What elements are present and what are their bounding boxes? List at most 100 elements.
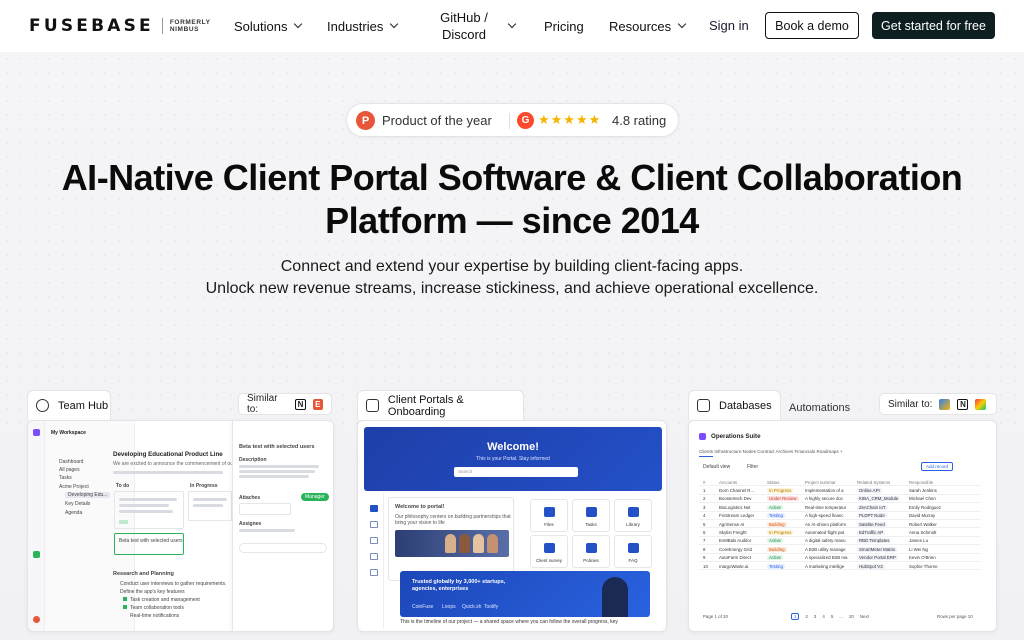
checklist-item[interactable]: Real-time notifications bbox=[130, 613, 179, 619]
nav-resources[interactable]: Resources bbox=[609, 0, 687, 52]
folder-icon[interactable] bbox=[370, 537, 378, 544]
table-cell: Emily Rodriguez bbox=[909, 504, 941, 510]
tree-item[interactable]: Agenda bbox=[65, 510, 82, 516]
view-selector[interactable]: Default view bbox=[703, 464, 730, 470]
person-image bbox=[602, 577, 628, 617]
checkbox-checked[interactable] bbox=[123, 605, 127, 609]
nav-github-discord-label: GitHub / Discord bbox=[433, 9, 495, 43]
tree-item[interactable]: Acme Project bbox=[59, 484, 89, 490]
folder-icon[interactable] bbox=[370, 521, 378, 528]
checklist-item[interactable]: Team collaboration tools bbox=[130, 605, 184, 611]
table-row[interactable]: 10 margoWaste.ai Testing A marketing intell… bbox=[699, 562, 981, 571]
table-row[interactable]: 6 Skylist Freight In Progress Automated fli… bbox=[699, 528, 981, 537]
page-link[interactable]: 20 bbox=[849, 614, 854, 619]
portal-icon bbox=[366, 399, 379, 412]
table-cell: Dorn Channel R... bbox=[719, 487, 755, 493]
task-card[interactable] bbox=[114, 491, 184, 529]
tile-label: Files bbox=[544, 522, 554, 527]
text-line bbox=[119, 504, 169, 507]
nav-industries[interactable]: Industries bbox=[327, 0, 399, 52]
checklist-item[interactable]: Define the app's key features bbox=[120, 589, 185, 595]
nav-pricing[interactable]: Pricing bbox=[544, 0, 584, 52]
table-body: 1 Dorn Channel R... In Progress Implementat… bbox=[699, 486, 981, 571]
portal-search-input[interactable]: Search bbox=[454, 467, 578, 477]
tile-client-survey[interactable]: Client survey bbox=[530, 535, 568, 568]
airtable-logo-icon bbox=[939, 398, 951, 410]
table-cell: PLDPT Node bbox=[857, 513, 887, 519]
tile-files[interactable]: Files bbox=[530, 499, 568, 532]
nav-github-discord[interactable]: GitHub / Discord bbox=[433, 0, 517, 52]
table-row[interactable]: 5 AgriSense AI Building An AI-driven platfo… bbox=[699, 520, 981, 529]
beta-task-card[interactable]: Beta test with selected users bbox=[114, 533, 184, 555]
page-links[interactable]: 1 2 3 4 5... 20 Next bbox=[791, 613, 875, 620]
tree-item[interactable]: All pages bbox=[59, 467, 80, 473]
table-cell: 4 bbox=[703, 513, 706, 519]
attachment-file[interactable] bbox=[239, 503, 291, 515]
database-tabs[interactable]: Clients Infrastructure Nodes Contract Ar… bbox=[699, 449, 843, 454]
comment-input[interactable] bbox=[239, 543, 327, 553]
header-cell: Accounts bbox=[719, 479, 738, 485]
tile-policies[interactable]: Policies bbox=[572, 535, 610, 568]
table-row[interactable]: 1 Dorn Channel R... In Progress Implementat… bbox=[699, 486, 981, 495]
fusebase-logo[interactable]: FUSEBASE FORMERLY NIMBUS bbox=[29, 16, 211, 36]
table-cell: CoreEnergy Grid bbox=[719, 546, 752, 552]
badge-divider bbox=[509, 113, 510, 129]
clickup-logo-icon: E bbox=[312, 398, 323, 410]
table-row[interactable]: 8 CoreEnergy Grid Building A B2B utility ma… bbox=[699, 545, 981, 554]
filter-button[interactable]: Filter bbox=[747, 464, 758, 470]
header-cell: # bbox=[703, 479, 706, 485]
page-link[interactable]: 2 bbox=[805, 614, 807, 619]
checkbox-checked[interactable] bbox=[123, 597, 127, 601]
header-cell: Project summar bbox=[805, 479, 836, 485]
tree-item[interactable]: Tasks bbox=[59, 475, 72, 481]
folder-icon[interactable] bbox=[370, 553, 378, 560]
page-link[interactable]: 4 bbox=[822, 614, 824, 619]
client-logo: Loops bbox=[442, 604, 456, 610]
tree-item[interactable]: Key Details bbox=[65, 501, 90, 507]
table-cell: KIBA_CRM_Module bbox=[857, 496, 901, 502]
table-cell: Satelite Feed bbox=[857, 521, 887, 527]
tile-label: Client survey bbox=[535, 558, 562, 563]
tree-item[interactable]: Dashboard bbox=[59, 459, 83, 465]
notion-logo-icon: N bbox=[295, 398, 306, 410]
home-icon[interactable] bbox=[370, 505, 378, 512]
tab-client-portals[interactable]: Client Portals & Onboarding bbox=[357, 390, 524, 420]
table-cell: James Lu bbox=[909, 538, 929, 544]
doc-title: Developing Educational Product Line bbox=[113, 451, 223, 458]
tab-databases[interactable]: Databases bbox=[688, 390, 781, 420]
page-link[interactable]: Next bbox=[860, 614, 869, 619]
page-link[interactable]: 3 bbox=[814, 614, 816, 619]
table-cell: Sarah Jenkins bbox=[909, 487, 937, 493]
table-row[interactable]: 3 BioLogistics Net Active Real-time tempera… bbox=[699, 503, 981, 512]
table-row[interactable]: 9 AutoFarm Direct Active A specialized B2B … bbox=[699, 554, 981, 562]
rows-per-page[interactable]: Rows per page 10 bbox=[937, 614, 973, 619]
task-card[interactable] bbox=[188, 491, 232, 521]
team-hub-preview: My Workspace Dashboard All pages Tasks A… bbox=[27, 420, 334, 632]
tile-library[interactable]: Library bbox=[614, 499, 652, 532]
table-row[interactable]: 4 FinStream Ledger Testing A high-speed fin… bbox=[699, 512, 981, 520]
folder-icon[interactable] bbox=[370, 569, 378, 576]
book-demo-button[interactable]: Book a demo bbox=[765, 12, 859, 39]
get-started-button[interactable]: Get started for free bbox=[872, 12, 995, 39]
tab-team-hub[interactable]: Team Hub bbox=[27, 390, 111, 420]
nav-solutions[interactable]: Solutions bbox=[234, 0, 303, 52]
workspace-name: My Workspace bbox=[51, 430, 86, 436]
checklist-item[interactable]: Task creation and management bbox=[130, 597, 200, 603]
person-image bbox=[473, 534, 484, 553]
page-link[interactable]: 5 bbox=[831, 614, 833, 619]
client-logo: CoinFuse bbox=[412, 604, 434, 610]
page-link[interactable]: 1 bbox=[791, 613, 800, 620]
beta-task-label: Beta test with selected users bbox=[119, 538, 183, 544]
nav-resources-label: Resources bbox=[609, 18, 672, 34]
table-row[interactable]: 7 EvMBals Auditor Active A digital safety m… bbox=[699, 537, 981, 546]
tab-automations[interactable]: Automations bbox=[781, 393, 861, 423]
page-link[interactable]: ... bbox=[839, 614, 843, 619]
add-record-button[interactable]: Add record bbox=[921, 462, 953, 471]
tile-tasks[interactable]: Tasks bbox=[572, 499, 610, 532]
tree-item-active[interactable]: Developing Edu... bbox=[65, 492, 111, 498]
table-row[interactable]: 2 Boostertech Dev Under Review A highly sec… bbox=[699, 495, 981, 504]
checklist-item[interactable]: Conduct user interviews to gather requir… bbox=[120, 581, 226, 587]
tile-faq[interactable]: FAQ bbox=[614, 535, 652, 568]
sign-in-link[interactable]: Sign in bbox=[709, 18, 749, 33]
table-cell: A high-speed financ bbox=[805, 513, 844, 519]
